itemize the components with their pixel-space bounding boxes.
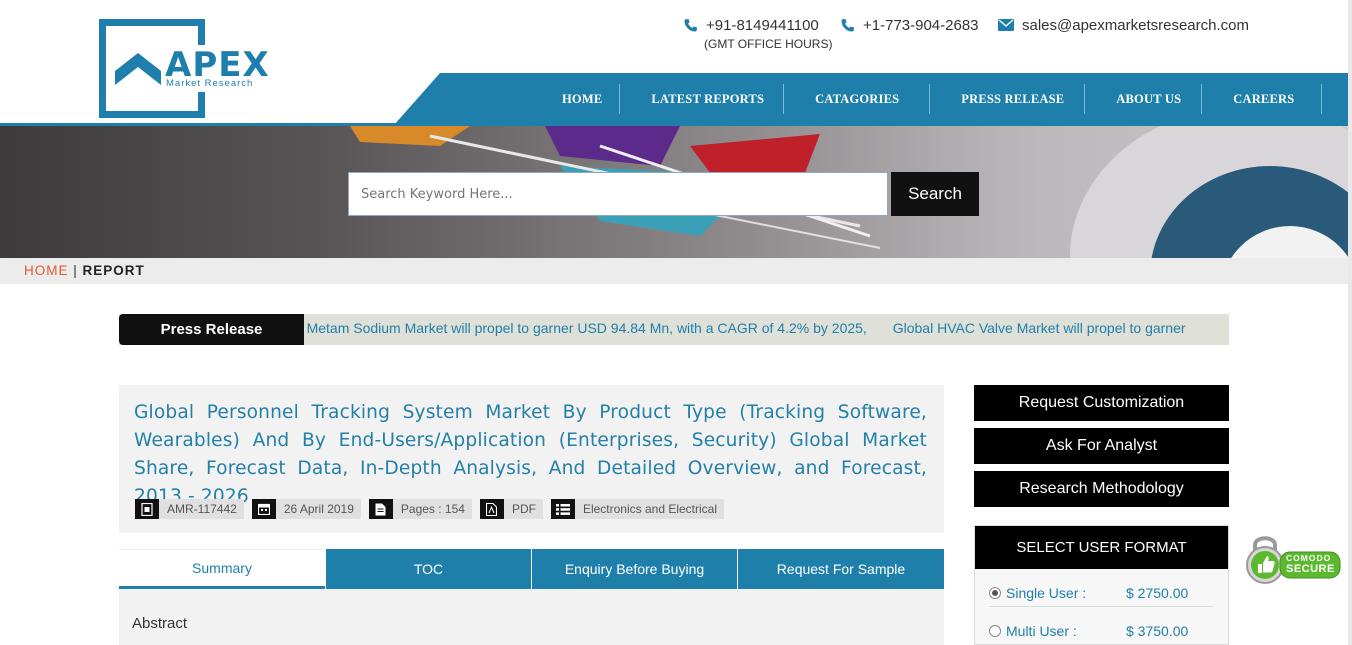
- pdf-icon: [479, 499, 504, 519]
- document-id-icon: [135, 499, 159, 519]
- tab-content: Abstract: [119, 589, 944, 645]
- meta-text: AMR-117442: [159, 499, 244, 519]
- phone-icon: [841, 18, 854, 31]
- meta-format: PDF: [479, 499, 543, 519]
- nav-home[interactable]: HOME: [543, 84, 621, 114]
- phone-contact-india[interactable]: +91-8149441100: [683, 15, 819, 35]
- meta-date: 26 April 2019: [251, 499, 361, 519]
- list-icon: [550, 499, 575, 519]
- tab-summary[interactable]: Summary: [119, 549, 325, 589]
- press-item[interactable]: Global HVAC Valve Market will propel to …: [893, 320, 1186, 336]
- nav-about-us[interactable]: ABOUT US: [1085, 84, 1203, 114]
- ask-for-analyst-button[interactable]: Ask For Analyst: [974, 428, 1229, 464]
- phone-number-1: +91-8149441100: [706, 16, 819, 34]
- badge-line-1: COMODO: [1286, 553, 1332, 563]
- multi-user-radio[interactable]: [989, 625, 1001, 637]
- user-format-heading: SELECT USER FORMAT: [975, 526, 1228, 569]
- single-user-radio[interactable]: [989, 586, 1001, 599]
- request-customization-button[interactable]: Request Customization: [974, 385, 1229, 421]
- press-release-ticker: Press Release bal Metam Sodium Market wi…: [119, 314, 1229, 345]
- tab-enquiry-before-buying[interactable]: Enquiry Before Buying: [531, 549, 737, 589]
- meta-text: 26 April 2019: [275, 499, 361, 519]
- meta-pages: Pages : 154: [368, 499, 472, 519]
- format-option-name: Multi User :: [1006, 623, 1077, 639]
- format-option-price: $ 3750.00: [1126, 623, 1189, 639]
- meta-category: Electronics and Electrical: [550, 499, 725, 519]
- press-ticker-track: bal Metam Sodium Market will propel to g…: [304, 314, 1229, 345]
- report-header: Global Personnel Tracking System Market …: [119, 385, 944, 533]
- tab-toc[interactable]: TOC: [325, 549, 531, 589]
- search-button[interactable]: Search: [891, 172, 979, 216]
- meta-text: Electronics and Electrical: [574, 499, 725, 519]
- logo-subtitle: Market Research: [166, 78, 254, 89]
- main-nav: HOME LATEST REPORTS CATAGORIES PRESS REL…: [394, 73, 1348, 125]
- press-item[interactable]: bal Metam Sodium Market will propel to g…: [304, 320, 867, 336]
- format-option-name: Single User :: [1006, 584, 1087, 601]
- site-logo[interactable]: APEX Market Research: [99, 19, 274, 119]
- tab-request-for-sample[interactable]: Request For Sample: [737, 549, 944, 589]
- phone-contact-us[interactable]: +1-773-904-2683: [840, 15, 979, 35]
- meta-text: Pages : 154: [392, 499, 472, 519]
- phone-number-2: +1-773-904-2683: [863, 16, 979, 34]
- format-option-multi[interactable]: Multi User : $ 3750.00: [989, 617, 1214, 645]
- search-input[interactable]: [348, 172, 888, 216]
- envelope-icon: [998, 19, 1014, 31]
- comodo-secure-badge[interactable]: COMODO SECURE: [1246, 532, 1342, 588]
- nav-latest-reports[interactable]: LATEST REPORTS: [620, 84, 785, 114]
- breadcrumb: HOME | REPORT: [0, 258, 1348, 284]
- user-format-panel: SELECT USER FORMAT Single User : $ 2750.…: [974, 525, 1229, 645]
- breadcrumb-separator: |: [73, 263, 78, 278]
- email-contact[interactable]: sales@apexmarketsresearch.com: [998, 15, 1249, 35]
- report-title: Global Personnel Tracking System Market …: [134, 402, 927, 507]
- logo-roof-icon: [115, 53, 161, 85]
- meta-report-id: AMR-117442: [135, 499, 244, 519]
- report-tabs: Summary TOC Enquiry Before Buying Reques…: [119, 549, 944, 589]
- press-items: bal Metam Sodium Market will propel to g…: [304, 314, 1208, 343]
- press-release-label: Press Release: [119, 314, 304, 345]
- nav-press-release[interactable]: PRESS RELEASE: [930, 84, 1086, 114]
- phone-icon: [684, 18, 697, 31]
- report-meta: AMR-117442 26 April 2019 Pages : 154 PDF: [135, 499, 732, 519]
- format-option-price: $ 2750.00: [1126, 584, 1189, 601]
- badge-line-2: SECURE: [1286, 563, 1335, 575]
- nav-careers[interactable]: CAREERS: [1202, 84, 1323, 114]
- page-scrollbar[interactable]: [1348, 0, 1352, 645]
- pages-icon: [368, 499, 393, 519]
- nav-items: HOME LATEST REPORTS CATAGORIES PRESS REL…: [543, 73, 1323, 125]
- email-address: sales@apexmarketsresearch.com: [1022, 16, 1249, 34]
- abstract-heading: Abstract: [132, 615, 188, 632]
- breadcrumb-home[interactable]: HOME: [24, 263, 69, 278]
- research-methodology-button[interactable]: Research Methodology: [974, 471, 1229, 507]
- office-hours: (GMT OFFICE HOURS): [704, 37, 833, 51]
- nav-categories[interactable]: CATAGORIES: [784, 84, 931, 114]
- format-option-single[interactable]: Single User : $ 2750.00: [989, 579, 1214, 607]
- breadcrumb-current: REPORT: [82, 263, 145, 278]
- meta-text: PDF: [503, 499, 543, 519]
- calendar-icon: [251, 499, 276, 519]
- page: APEX Market Research +91-8149441100 (GMT…: [0, 0, 1352, 645]
